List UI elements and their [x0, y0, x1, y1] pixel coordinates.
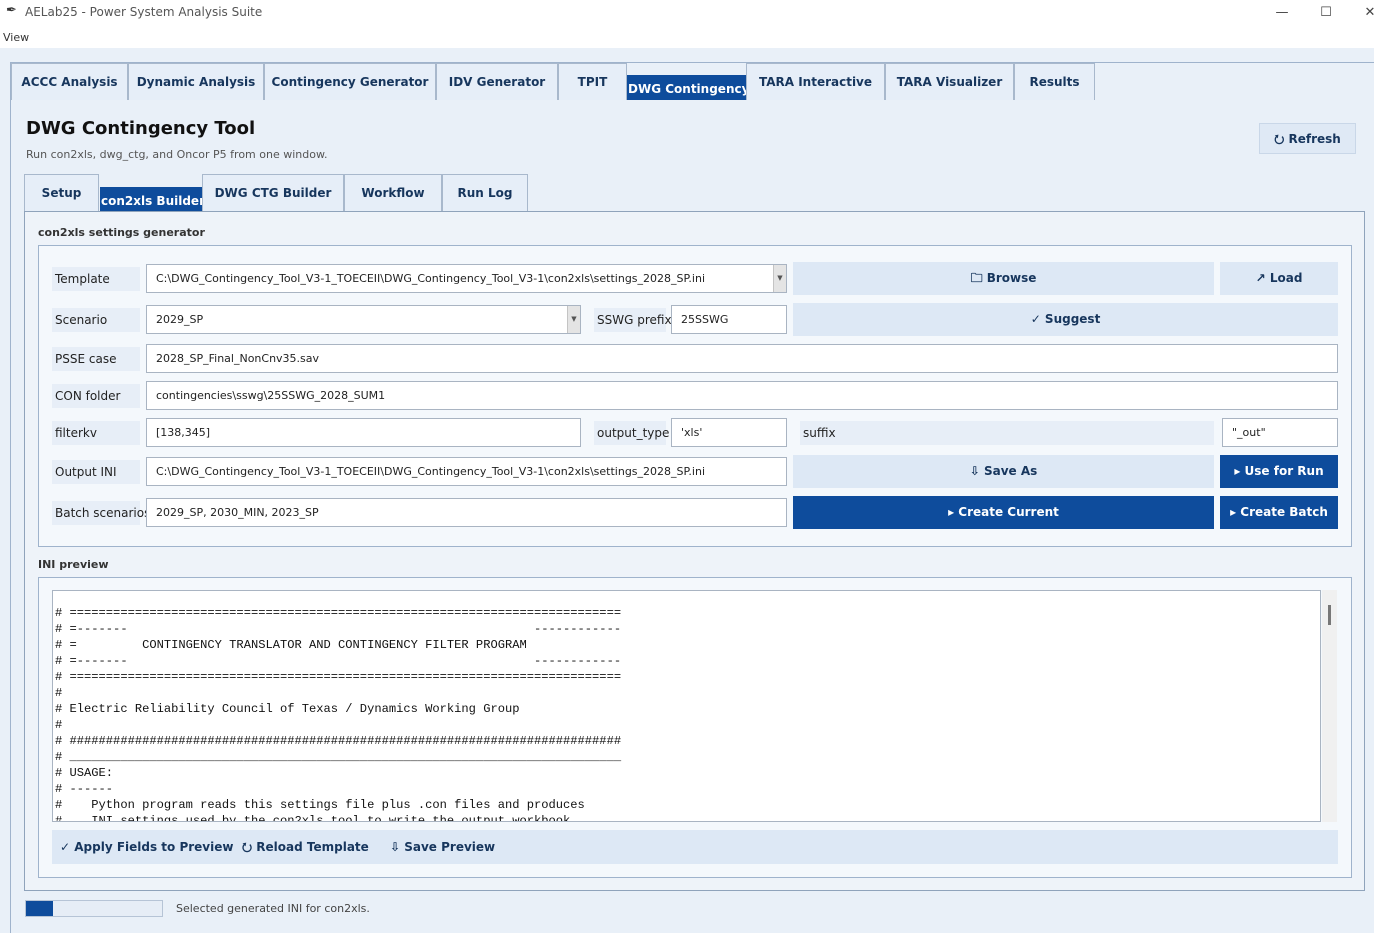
output-ini-input[interactable]: C:\DWG_Contingency_Tool_V3-1_TOECEII\DWG…: [146, 457, 787, 486]
con-folder-label: CON folder: [52, 384, 140, 408]
window-title: AELab25 - Power System Analysis Suite: [25, 5, 263, 19]
minimize-button[interactable]: —: [1262, 2, 1302, 24]
suggest-button[interactable]: ✓ Suggest: [793, 303, 1338, 336]
apply-fields-button[interactable]: ✓ Apply Fields to Preview: [60, 830, 233, 864]
preview-scroll-thumb[interactable]: [1328, 605, 1331, 625]
output-type-input[interactable]: 'xls': [671, 418, 787, 447]
settings-group-title: con2xls settings generator: [38, 226, 205, 239]
progress-fill: [26, 901, 53, 916]
save-as-button[interactable]: ⇩ Save As: [793, 455, 1214, 488]
subtab-con2xls-builder[interactable]: con2xls Builder: [100, 187, 205, 211]
output-type-label: output_type: [594, 421, 669, 445]
tab-accc-analysis[interactable]: ACCC Analysis: [11, 63, 128, 100]
menu-view[interactable]: View: [3, 31, 29, 44]
psse-case-input[interactable]: 2028_SP_Final_NonCnv35.sav: [146, 344, 1338, 373]
status-text: Selected generated INI for con2xls.: [176, 902, 370, 915]
subtab-dwg-ctg-builder[interactable]: DWG CTG Builder: [202, 174, 344, 211]
filterkv-label: filterkv: [52, 421, 140, 445]
tab-contingency-generator[interactable]: Contingency Generator: [264, 63, 436, 100]
batch-scenarios-input[interactable]: 2029_SP, 2030_MIN, 2023_SP: [146, 498, 787, 527]
page-title: DWG Contingency Tool: [26, 118, 256, 139]
chevron-down-icon[interactable]: ▼: [567, 306, 580, 333]
tab-idv-generator[interactable]: IDV Generator: [436, 63, 558, 100]
close-button[interactable]: ✕: [1350, 2, 1374, 24]
subtab-setup[interactable]: Setup: [24, 174, 99, 211]
app-feather-icon: ✒: [6, 3, 17, 18]
template-combobox[interactable]: C:\DWG_Contingency_Tool_V3-1_TOECEII\DWG…: [146, 264, 787, 293]
tab-dynamic-analysis[interactable]: Dynamic Analysis: [128, 63, 264, 100]
maximize-button[interactable]: ☐: [1306, 2, 1346, 24]
output-ini-label: Output INI: [52, 460, 140, 484]
refresh-button[interactable]: ⭮ Refresh: [1259, 123, 1356, 154]
ini-preview-textarea[interactable]: # ======================================…: [52, 590, 1321, 822]
use-for-run-button[interactable]: ▸ Use for Run: [1220, 455, 1338, 488]
template-label: Template: [52, 267, 140, 291]
reload-template-button[interactable]: ⭮ Reload Template: [242, 830, 369, 864]
con-folder-input[interactable]: contingencies\sswg\25SSWG_2028_SUM1: [146, 381, 1338, 410]
menu-bar: [0, 26, 1374, 48]
create-current-button[interactable]: ▸ Create Current: [793, 496, 1214, 529]
scenario-combobox[interactable]: 2029_SP ▼: [146, 305, 581, 334]
psse-case-label: PSSE case: [52, 347, 140, 371]
browse-button[interactable]: 🗀 Browse: [793, 262, 1214, 295]
preview-group-title: INI preview: [38, 558, 109, 571]
template-value: C:\DWG_Contingency_Tool_V3-1_TOECEII\DWG…: [156, 272, 706, 285]
scenario-value: 2029_SP: [156, 313, 204, 326]
scenario-label: Scenario: [52, 308, 140, 332]
load-button[interactable]: ↗ Load: [1220, 262, 1338, 295]
tab-tpit[interactable]: TPIT: [558, 63, 627, 100]
tab-dwg-contingency[interactable]: DWG Contingency: [627, 75, 749, 100]
ini-preview-content: # ======================================…: [55, 606, 622, 822]
batch-scenarios-label: Batch scenarios: [52, 501, 150, 525]
page-subtitle: Run con2xls, dwg_ctg, and Oncor P5 from …: [26, 148, 328, 161]
suffix-label: suffix: [800, 421, 1214, 445]
sswg-prefix-label: SSWG prefix: [594, 308, 672, 332]
subtab-workflow[interactable]: Workflow: [344, 174, 442, 211]
suffix-input[interactable]: "_out": [1222, 418, 1338, 447]
tab-results[interactable]: Results: [1014, 63, 1095, 100]
save-preview-button[interactable]: ⇩ Save Preview: [390, 830, 495, 864]
sswg-prefix-input[interactable]: 25SSWG: [671, 305, 787, 334]
subtab-run-log[interactable]: Run Log: [442, 174, 528, 211]
filterkv-input[interactable]: [138,345]: [146, 418, 581, 447]
tab-tara-interactive[interactable]: TARA Interactive: [746, 63, 885, 100]
create-batch-button[interactable]: ▸ Create Batch: [1220, 496, 1338, 529]
chevron-down-icon[interactable]: ▼: [773, 265, 786, 292]
tab-tara-visualizer[interactable]: TARA Visualizer: [885, 63, 1014, 100]
